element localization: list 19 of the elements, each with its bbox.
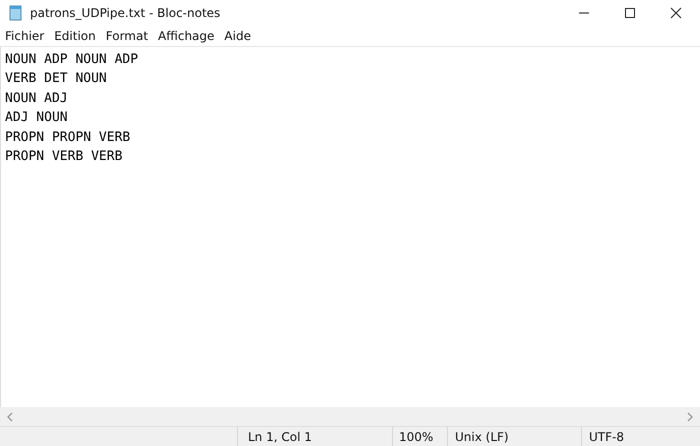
status-text: UTF-8 [589,430,624,444]
status-text: 100% [399,430,434,444]
window-title: patrons_UDPipe.txt - Bloc-notes [30,6,220,20]
text-line: ADJ NOUN [5,109,68,128]
maximize-icon[interactable] [624,7,636,19]
text-line: NOUN ADJ [5,90,68,108]
text-line: PROPN VERB VERB [5,148,122,166]
status-text: Ln 1, Col 1 [248,430,312,444]
status-text: Unix (LF) [455,430,509,444]
text-line: NOUN ADP NOUN ADP [5,51,138,69]
menu-item[interactable]: Affichage [158,29,214,43]
menu-item[interactable]: Format [106,29,148,43]
text-line: VERB DET NOUN [5,70,107,88]
text-line: PROPN PROPN VERB [5,128,130,147]
notepad-icon [8,5,24,21]
menu-item[interactable]: Aide [224,29,251,43]
menu-item[interactable]: Edition [54,29,96,43]
close-icon[interactable] [670,7,682,19]
menu-item[interactable]: Fichier [5,29,44,43]
